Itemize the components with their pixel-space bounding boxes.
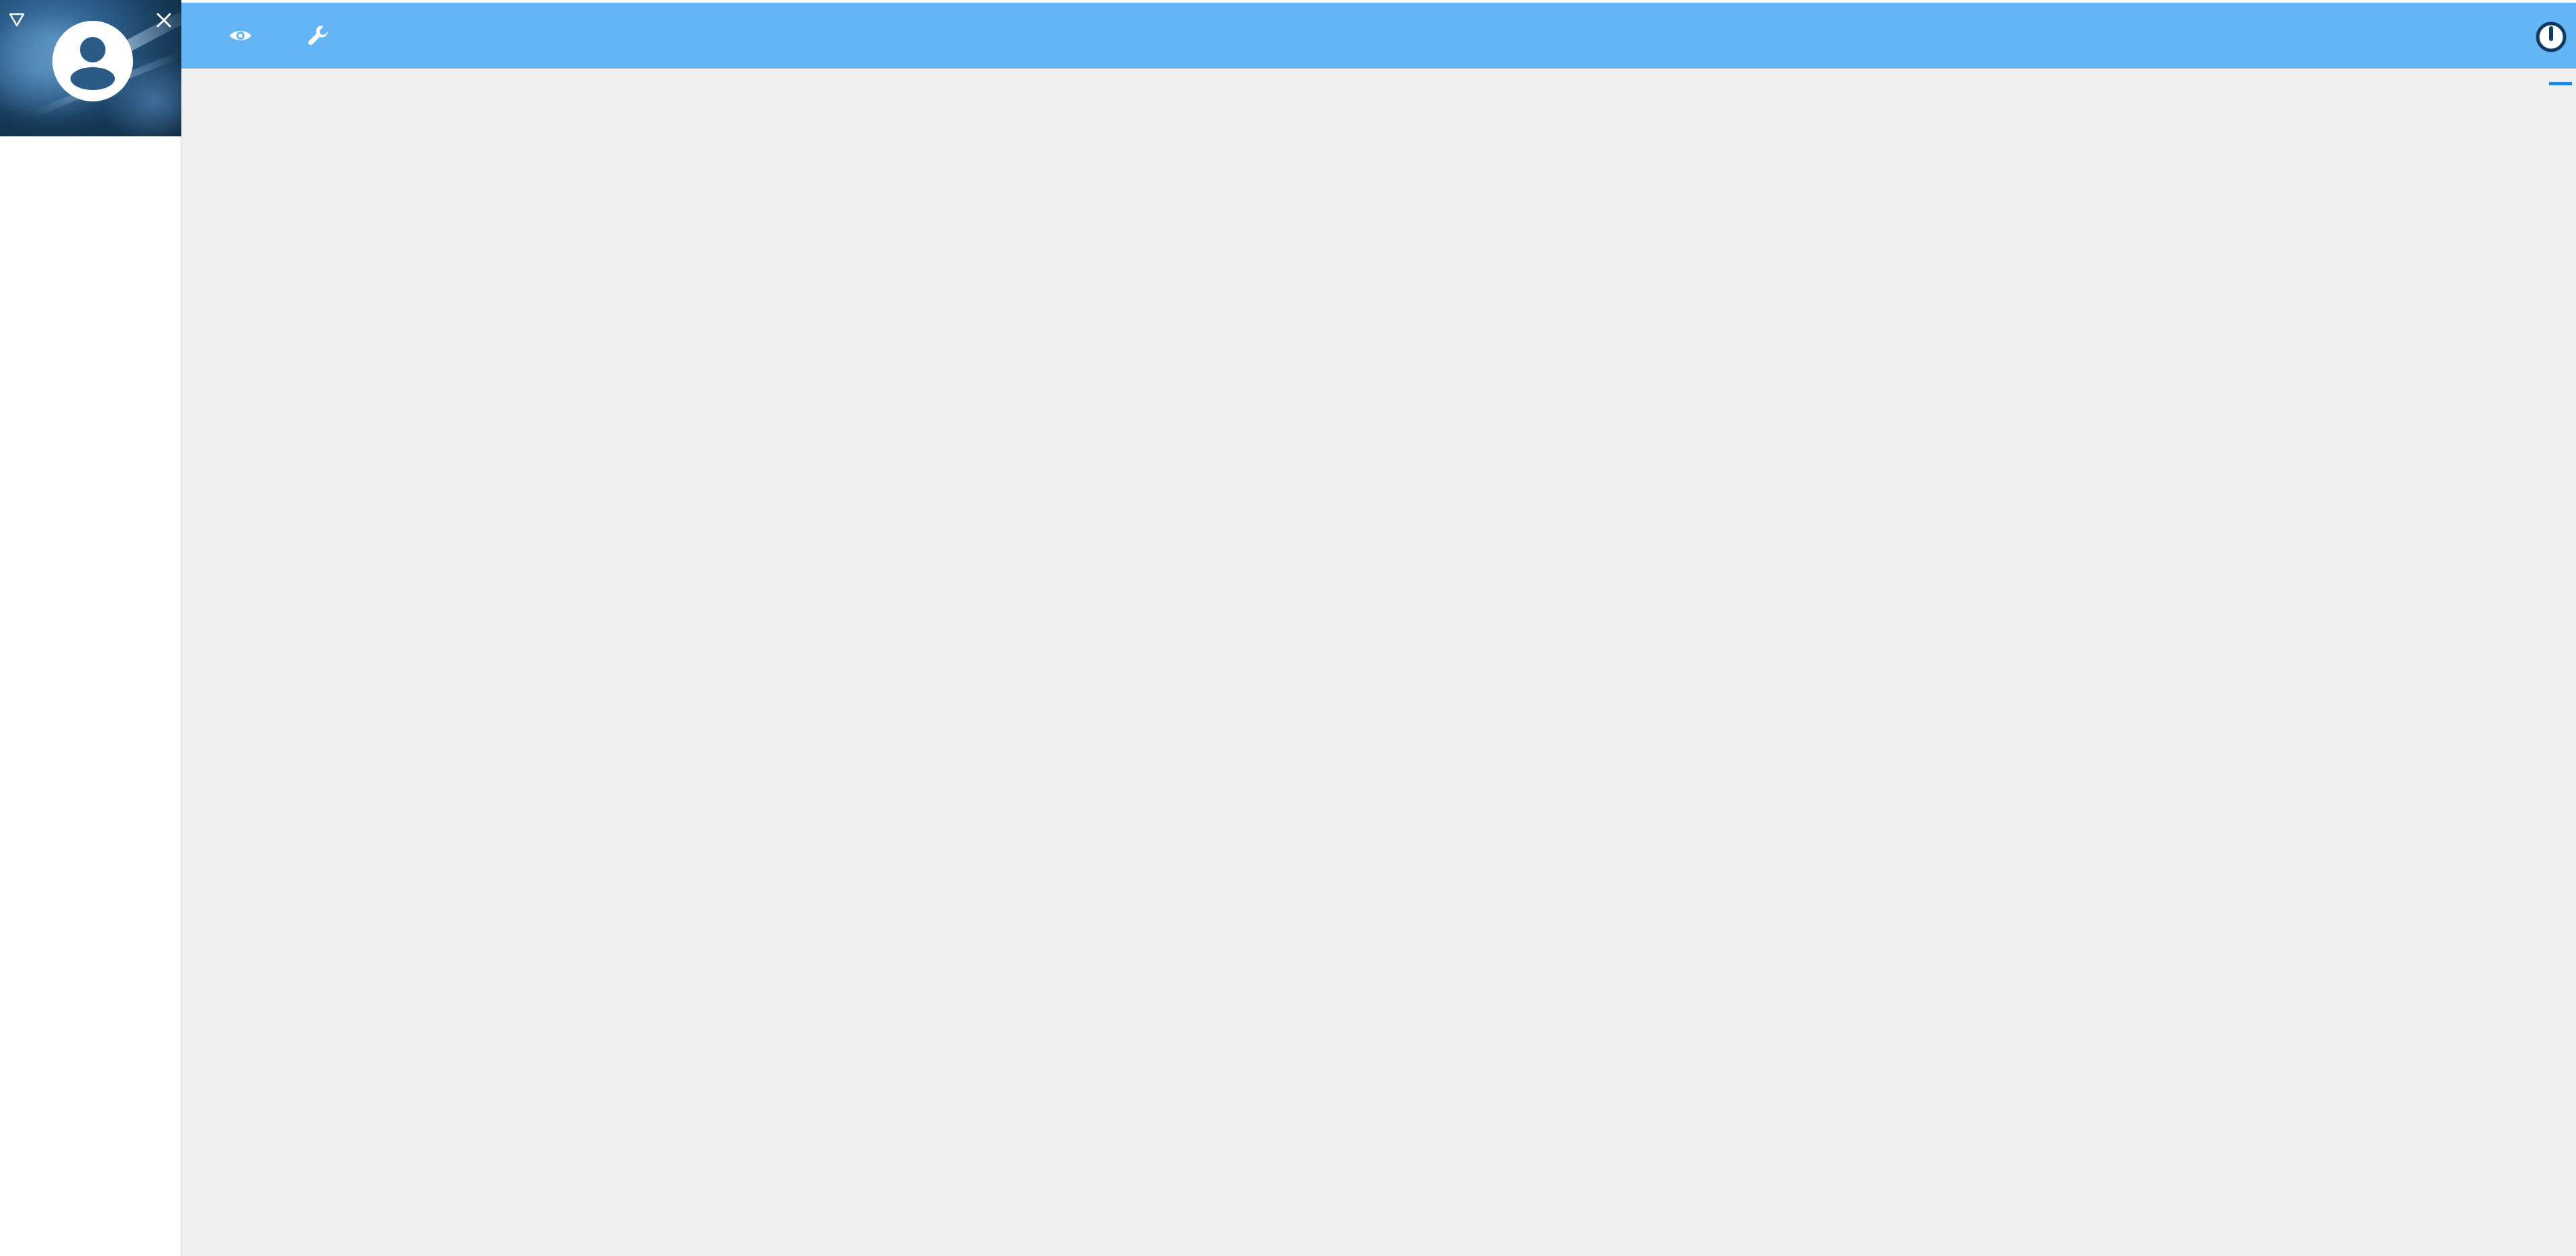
top-toolbar: [181, 3, 2576, 69]
minimize-icon[interactable]: [2549, 79, 2572, 87]
sidebar: [0, 0, 181, 1256]
power-icon[interactable]: [2534, 20, 2568, 54]
triangle-down-outline-icon[interactable]: [8, 11, 26, 28]
profile-banner: [0, 0, 181, 136]
close-icon[interactable]: [154, 11, 173, 30]
eye-icon[interactable]: [224, 19, 257, 52]
main-content-area: [181, 69, 2576, 1256]
account-circle-icon[interactable]: [52, 21, 133, 101]
app-window: [0, 0, 2576, 1256]
wrench-icon[interactable]: [302, 19, 336, 52]
